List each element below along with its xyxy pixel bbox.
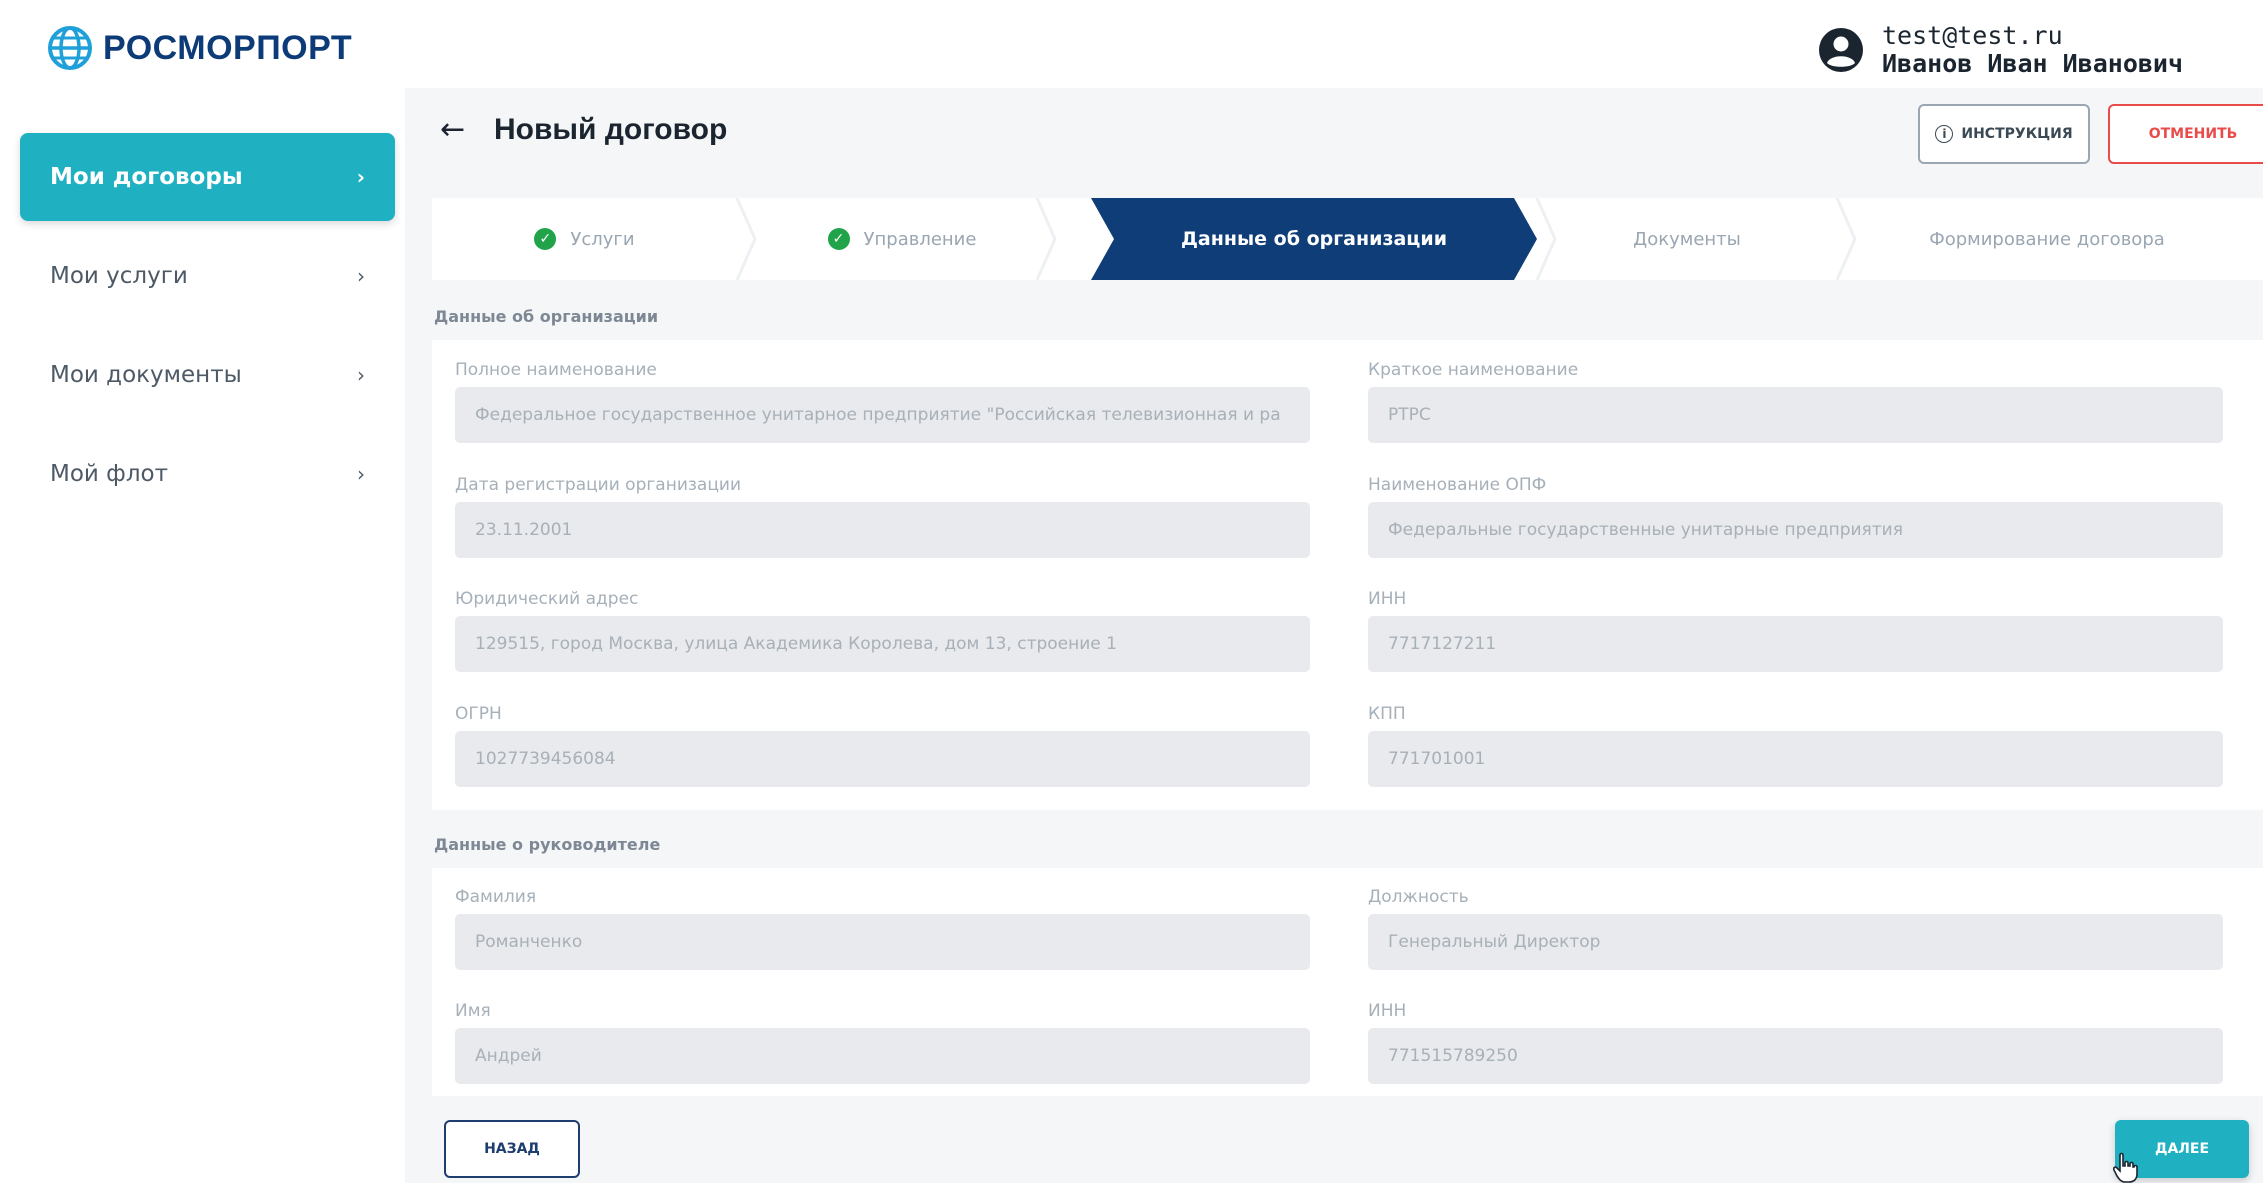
step-label: Управление [863,228,977,250]
hand-cursor-icon [2113,1152,2138,1183]
brand-name: РОСМОРПОРТ [103,28,353,67]
field-label-full-name: Полное наименование [455,360,657,380]
field-label-address: Юридический адрес [455,589,639,609]
back-arrow-icon[interactable]: ← [440,112,465,147]
brand-logo[interactable]: РОСМОРПОРТ [47,22,352,74]
chevron-right-icon: › [357,264,365,288]
user-menu[interactable]: test@test.ru Иванов Иван Иванович [1818,22,2183,78]
field-label-first-name: Имя [455,1001,491,1021]
first-name-field[interactable]: Андрей [455,1028,1310,1084]
field-label-director-inn: ИНН [1368,1001,1407,1021]
full-name-field[interactable]: Федеральное государственное унитарное пр… [455,387,1310,443]
info-icon: i [1935,125,1954,143]
field-label-kpp: КПП [1368,704,1406,724]
globe-icon [48,26,92,70]
step-documents[interactable]: Документы [1537,198,1837,280]
field-label-reg-date: Дата регистрации организации [455,475,742,495]
step-label: Услуги [570,228,635,250]
check-icon: ✓ [827,228,850,250]
step-management[interactable]: ✓ Управление [737,198,1067,280]
ogrn-field[interactable]: 1027739456084 [455,731,1310,787]
sidebar-item-label: Мой флот [50,461,169,487]
field-label-last-name: Фамилия [455,887,537,907]
short-name-field[interactable]: РТРС [1368,387,2223,443]
sidebar-item-contracts[interactable]: Мои договоры › [20,133,395,221]
field-label-inn: ИНН [1368,589,1407,609]
field-label-opf: Наименование ОПФ [1368,475,1547,495]
check-icon: ✓ [534,228,557,250]
sidebar-item-services[interactable]: Мои услуги › [20,232,395,320]
kpp-field[interactable]: 771701001 [1368,731,2223,787]
chevron-right-icon: › [357,462,365,486]
step-contract-generation[interactable]: Формирование договора [1837,198,2257,280]
step-organization[interactable]: Данные об организации [1114,198,1514,280]
sidebar-item-documents[interactable]: Мои документы › [20,331,395,419]
position-field[interactable]: Генеральный Директор [1368,914,2223,970]
sidebar-item-label: Мои договоры [50,164,243,190]
opf-field[interactable]: Федеральные государственные унитарные пр… [1368,502,2223,558]
sidebar-item-label: Мои услуги [50,263,188,289]
progress-stepper: ✓ Услуги ✓ Управление Данные об организа… [432,198,2263,280]
instruction-button-label: ИНСТРУКЦИЯ [1961,126,2073,142]
field-label-short-name: Краткое наименование [1368,360,1579,380]
sidebar-item-fleet[interactable]: Мой флот › [20,430,395,518]
cancel-button[interactable]: ОТМЕНИТЬ [2108,104,2263,164]
inn-field[interactable]: 7717127211 [1368,616,2223,672]
page-title: Новый договор [494,113,728,146]
step-services[interactable]: ✓ Услуги [432,198,737,280]
sidebar-item-label: Мои документы [50,362,242,388]
field-label-position: Должность [1368,887,1469,907]
chevron-right-icon: › [356,165,365,189]
address-field[interactable]: 129515, город Москва, улица Академика Ко… [455,616,1310,672]
reg-date-field[interactable]: 23.11.2001 [455,502,1310,558]
director-inn-field[interactable]: 771515789250 [1368,1028,2223,1084]
last-name-field[interactable]: Романченко [455,914,1310,970]
instruction-button[interactable]: i ИНСТРУКЦИЯ [1918,104,2090,164]
chevron-right-icon: › [357,363,365,387]
back-button[interactable]: НАЗАД [444,1120,580,1178]
user-email: test@test.ru [1882,21,2063,50]
user-avatar-icon [1819,28,1863,72]
user-name: Иванов Иван Иванович [1882,49,2184,78]
field-label-ogrn: ОГРН [455,704,502,724]
section-title-director: Данные о руководителе [434,835,661,854]
section-title-organization: Данные об организации [434,307,659,326]
